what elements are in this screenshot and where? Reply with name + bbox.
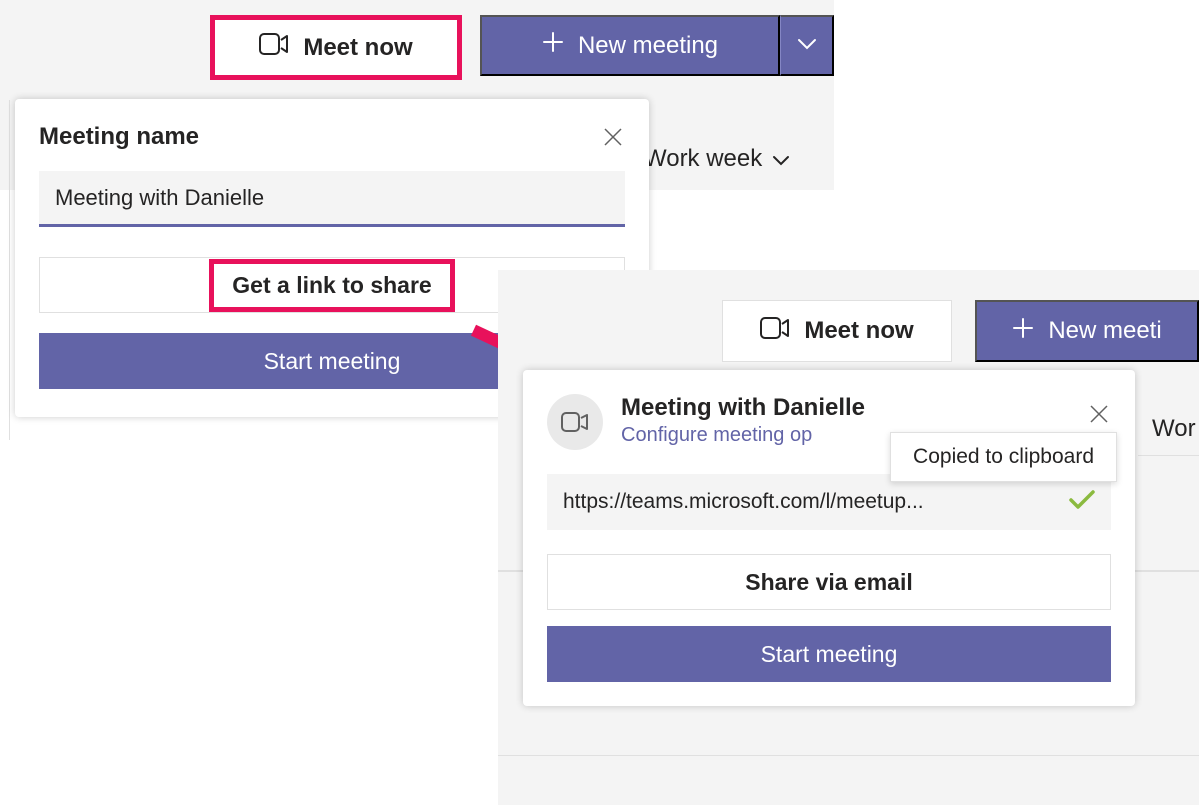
- share-link-popup: Meeting with Danielle Configure meeting …: [523, 370, 1135, 706]
- share-email-label: Share via email: [745, 569, 913, 596]
- copied-tooltip: Copied to clipboard: [890, 432, 1117, 482]
- grid-line: [1138, 455, 1199, 456]
- popup-header: Meeting with Danielle Configure meeting …: [547, 394, 1111, 450]
- popup-header: Meeting name: [39, 123, 625, 151]
- meeting-name-input[interactable]: [39, 171, 625, 227]
- meet-now-label: Meet now: [303, 34, 412, 62]
- new-meeting-button[interactable]: New meeti: [975, 300, 1199, 362]
- grid-line: [0, 100, 10, 440]
- new-meeting-dropdown[interactable]: [780, 15, 834, 76]
- popup-title: Meeting name: [39, 123, 199, 151]
- video-icon: [259, 33, 289, 62]
- grid-line: [498, 755, 1199, 756]
- meet-now-button[interactable]: Meet now: [722, 300, 952, 362]
- work-week-label: Work week: [644, 145, 762, 173]
- close-button[interactable]: [1087, 402, 1111, 426]
- get-link-label: Get a link to share: [209, 259, 454, 312]
- new-meeting-label: New meeti: [1048, 317, 1161, 345]
- video-icon: [760, 317, 790, 346]
- meeting-link-text: https://teams.microsoft.com/l/meetup...: [563, 490, 1059, 514]
- meeting-title: Meeting with Danielle: [621, 394, 1111, 422]
- plus-icon: [542, 31, 564, 60]
- work-week-label-cropped: Wor: [1152, 415, 1196, 443]
- share-via-email-button[interactable]: Share via email: [547, 554, 1111, 610]
- start-meeting-label: Start meeting: [264, 348, 401, 375]
- plus-icon: [1012, 317, 1034, 346]
- start-meeting-label: Start meeting: [761, 641, 898, 668]
- meet-now-label: Meet now: [804, 317, 913, 345]
- meet-now-button-highlighted[interactable]: Meet now: [210, 15, 462, 80]
- new-meeting-button[interactable]: New meeting: [480, 15, 780, 76]
- close-button[interactable]: [601, 125, 625, 149]
- video-icon-circle: [547, 394, 603, 450]
- meeting-link-box[interactable]: https://teams.microsoft.com/l/meetup...: [547, 474, 1111, 530]
- chevron-down-icon: [797, 38, 817, 53]
- work-week-selector[interactable]: Work week: [644, 145, 790, 173]
- start-meeting-button[interactable]: Start meeting: [547, 626, 1111, 682]
- check-icon: [1069, 490, 1095, 515]
- new-meeting-label: New meeting: [578, 32, 718, 60]
- chevron-down-icon: [772, 145, 790, 173]
